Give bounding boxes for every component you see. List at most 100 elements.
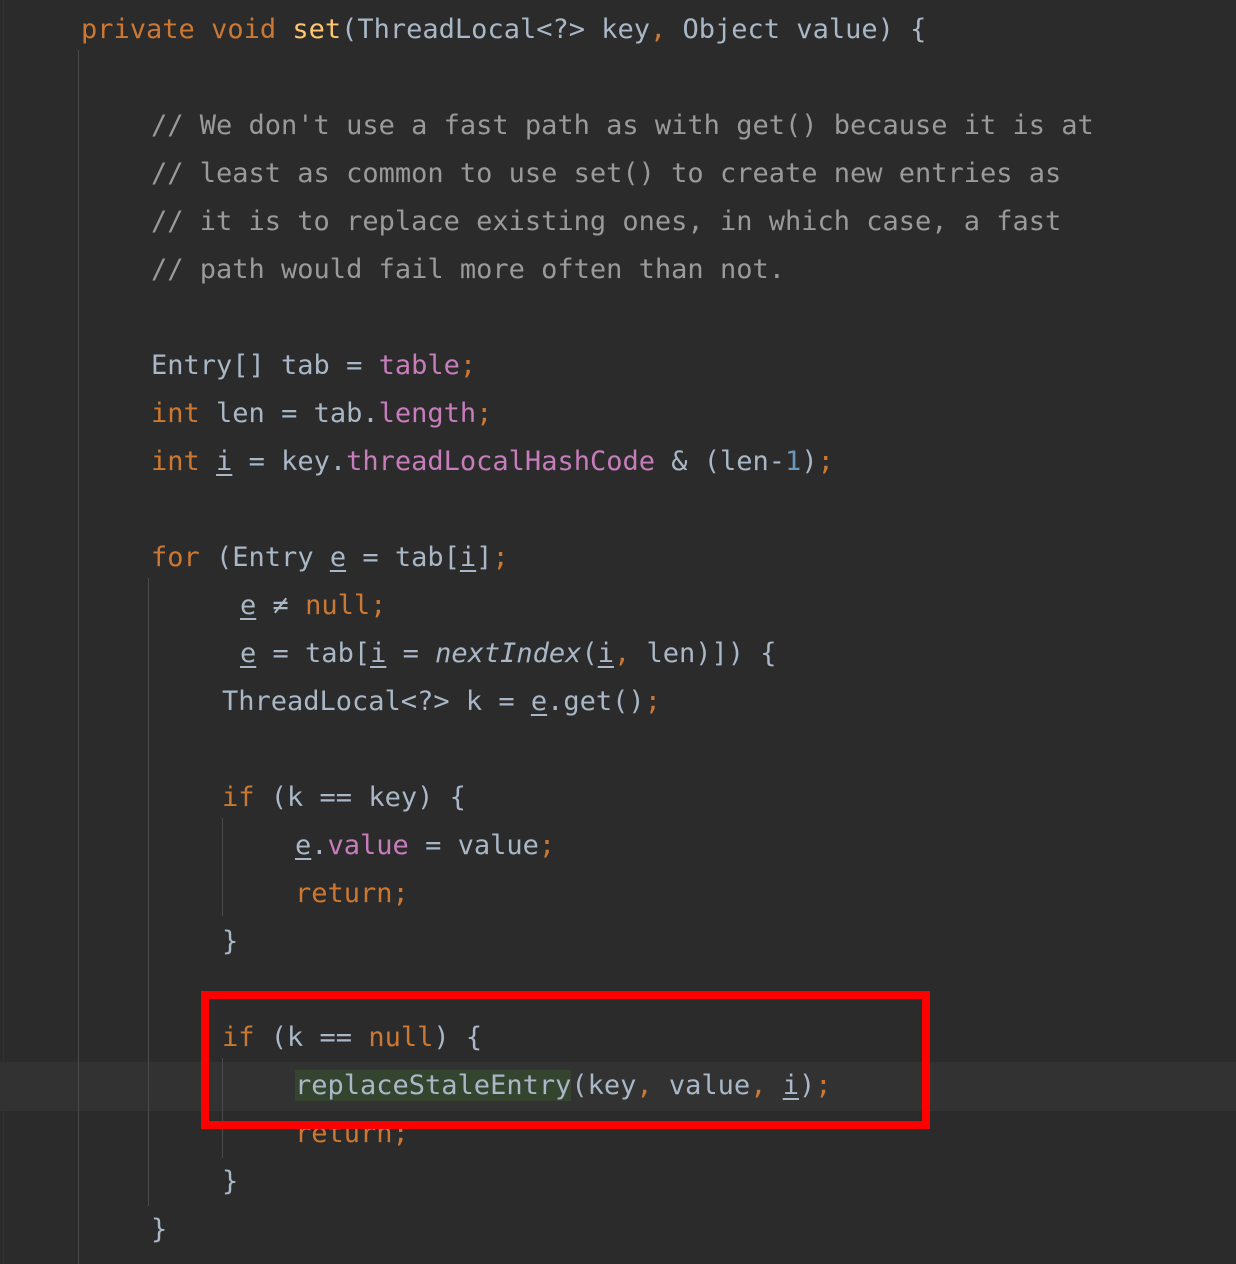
- token-comma: ,: [636, 1070, 653, 1101]
- code-line-20[interactable]: }: [0, 918, 1236, 966]
- code-line-17[interactable]: if (k == key) {: [0, 774, 1236, 822]
- token-semicolon: ;: [492, 542, 509, 573]
- token-k-open: (k: [254, 1022, 320, 1053]
- token-entry-e: (Entry: [199, 542, 330, 573]
- code-line-18[interactable]: e.value = value;: [0, 822, 1236, 870]
- token-localvar-i: i: [597, 638, 614, 669]
- token-comma: ,: [650, 14, 667, 45]
- token-localvar-i: i: [216, 446, 233, 477]
- token-comment: // We don't use a fast path as with get(…: [151, 110, 1094, 141]
- token-localvar-e: e: [530, 686, 548, 717]
- code-line-15[interactable]: ThreadLocal<?> k = e.get();: [0, 678, 1236, 726]
- token-bitand-len: & (len: [654, 446, 769, 477]
- token-method-get-call: .get(): [547, 686, 645, 717]
- token-assign: =: [402, 638, 419, 669]
- token-method-nextindex: nextIndex: [435, 638, 582, 669]
- token-arg-key: (key: [571, 1070, 637, 1101]
- token-assign: =: [248, 446, 265, 477]
- token-keyword-return: return: [295, 878, 393, 909]
- token-keyword-if: if: [222, 1022, 255, 1053]
- token-keyword-null: null: [368, 1022, 434, 1053]
- token-semicolon: ;: [817, 446, 834, 477]
- code-line-14[interactable]: e = tab[i = nextIndex(i, len)]) {: [0, 630, 1236, 678]
- token-minus: -: [768, 446, 786, 477]
- token-semicolon: ;: [370, 590, 387, 621]
- code-line-13[interactable]: e ≠ null;: [0, 582, 1236, 630]
- token-paren-brace: ) {: [433, 1022, 483, 1053]
- token-operator-equals: ==: [319, 1022, 353, 1053]
- token-keyword-for: for: [151, 542, 200, 573]
- code-line-26[interactable]: }: [0, 1206, 1236, 1254]
- token-assign: =: [281, 398, 298, 429]
- token-semicolon: ;: [538, 830, 556, 861]
- code-line-6[interactable]: // path would fail more often than not.: [0, 246, 1236, 294]
- token-semicolon: ;: [459, 350, 477, 381]
- token-method-replacestaleentry: replaceStaleEntry: [295, 1070, 572, 1101]
- token-field-value: value: [327, 830, 409, 861]
- token-param-value: value: [441, 830, 539, 861]
- code-line-5[interactable]: // it is to replace existing ones, in wh…: [0, 198, 1236, 246]
- token-assign: =: [362, 542, 379, 573]
- token-params-a: (ThreadLocal<?> key: [341, 14, 650, 45]
- code-line-23[interactable]: replaceStaleEntry(key, value, i);: [0, 1062, 1236, 1110]
- token-field-threadlocalhashcode: threadLocalHashCode: [346, 446, 655, 477]
- token-paren-close: ): [798, 1070, 816, 1101]
- token-semicolon: ;: [644, 686, 661, 717]
- token-comment: // path would fail more often than not.: [151, 254, 785, 285]
- token-semicolon: ;: [815, 1070, 832, 1101]
- token-method-set: set: [292, 14, 342, 45]
- token-assign: =: [498, 686, 515, 717]
- token-comma: ,: [750, 1070, 767, 1101]
- code-editor-view[interactable]: private void set(ThreadLocal<?> key, Obj…: [0, 0, 1236, 1264]
- token-semicolon: ;: [392, 1118, 409, 1149]
- code-line-10[interactable]: int i = key.threadLocalHashCode & (len-1…: [0, 438, 1236, 486]
- token-brace-close: }: [222, 1166, 239, 1197]
- token-comment: // it is to replace existing ones, in wh…: [151, 206, 1062, 237]
- token-semicolon: ;: [392, 878, 409, 909]
- code-line-24[interactable]: return;: [0, 1110, 1236, 1158]
- token-key-close: key) {: [352, 782, 466, 813]
- code-lines-layer: private void set(ThreadLocal<?> key, Obj…: [0, 0, 1236, 1264]
- token-len-close: len)]) {: [630, 638, 777, 669]
- code-line-4[interactable]: // least as common to use set() to creat…: [0, 150, 1236, 198]
- code-line-3[interactable]: // We don't use a fast path as with get(…: [0, 102, 1236, 150]
- code-line-8[interactable]: Entry[] tab = table;: [0, 342, 1236, 390]
- token-field-table: table: [378, 350, 460, 381]
- token-arg-value: value: [652, 1070, 751, 1101]
- token-k-open: (k: [254, 782, 320, 813]
- token-keyword-null: null: [305, 590, 371, 621]
- code-line-22[interactable]: if (k == null) {: [0, 1014, 1236, 1062]
- token-comment: // least as common to use set() to creat…: [151, 158, 1062, 189]
- token-localvar-i: i: [782, 1070, 799, 1101]
- code-line-1[interactable]: private void set(ThreadLocal<?> key, Obj…: [0, 6, 1236, 54]
- code-line-12[interactable]: for (Entry e = tab[i];: [0, 534, 1236, 582]
- token-keyword-private: private: [81, 14, 195, 45]
- token-params-b: Object value) {: [666, 14, 927, 45]
- token-bracket-close: ]: [476, 542, 493, 573]
- token-key-dot: key.: [264, 446, 347, 477]
- token-keyword-return: return: [295, 1118, 393, 1149]
- token-tab-bracket: tab[: [378, 542, 460, 573]
- token-paren-open: (: [581, 638, 598, 669]
- token-localvar-i: i: [370, 638, 387, 669]
- code-line-19[interactable]: return;: [0, 870, 1236, 918]
- token-dot: .: [311, 830, 328, 861]
- code-line-9[interactable]: int len = tab.length;: [0, 390, 1236, 438]
- token-localvar-e: e: [329, 542, 347, 573]
- token-number-1: 1: [785, 446, 802, 477]
- token-operator-not-equal: ≠: [272, 590, 289, 621]
- token-semicolon: ;: [476, 398, 493, 429]
- token-type-entry-array: Entry[] tab: [151, 350, 347, 381]
- code-line-25[interactable]: }: [0, 1158, 1236, 1206]
- token-localvar-i: i: [459, 542, 477, 573]
- token-localvar-e: e: [240, 590, 257, 621]
